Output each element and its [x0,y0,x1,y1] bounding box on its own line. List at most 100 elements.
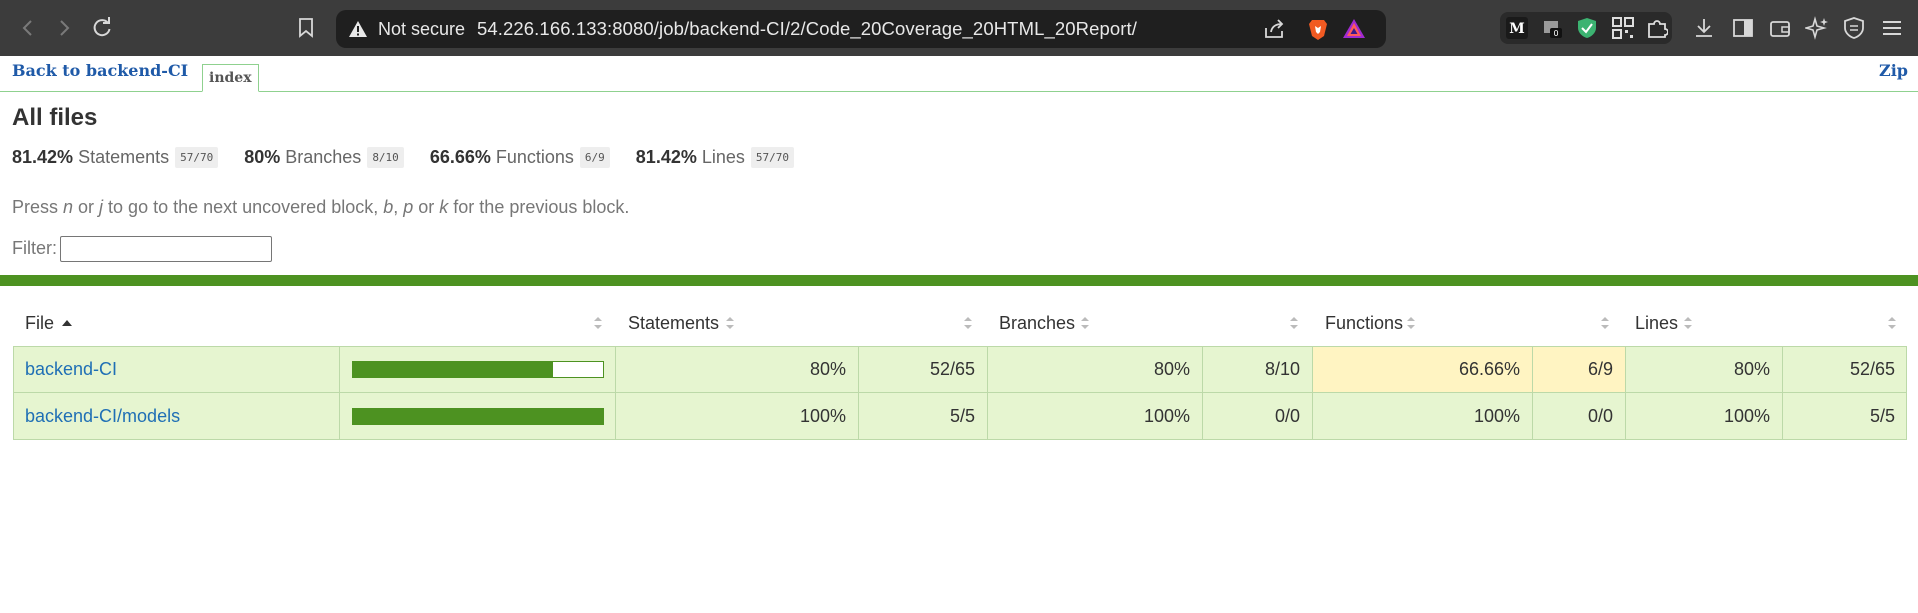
statements-frac-cell: 52/65 [859,346,988,392]
share-icon[interactable] [1262,17,1286,41]
coverage-summary: 81.42% Statements 57/70 80% Branches 8/1… [12,145,820,169]
header-branches[interactable]: Branches [999,313,1075,334]
forward-arrow-icon[interactable] [48,12,80,44]
sort-icon[interactable] [593,315,603,331]
file-link[interactable]: backend-CI/models [25,406,180,426]
sort-icon[interactable] [1600,315,1610,331]
summary-fraction: 8/10 [367,146,404,168]
table-row: backend-CI/models 100% 5/5 100% 0/0 100%… [13,393,1907,439]
summary-pct: 81.42% [12,146,74,167]
address-bar[interactable]: Not secure 54.226.166.133:8080/job/backe… [336,10,1386,48]
sidebar-icon[interactable] [1731,16,1755,40]
sort-icon[interactable] [1289,315,1299,331]
header-lines[interactable]: Lines [1635,313,1678,334]
summary-label: Branches [285,146,362,167]
leo-ai-icon[interactable] [1803,16,1829,40]
download-icon[interactable] [1692,16,1716,40]
summary-label: Statements [78,146,170,167]
brave-shield-icon[interactable] [1306,17,1330,41]
branches-frac-cell: 8/10 [1203,346,1313,392]
lines-pct-cell: 80% [1626,346,1783,392]
header-statements[interactable]: Statements [628,313,719,334]
summary-pct: 66.66% [429,146,491,167]
summary-pct: 81.42% [635,146,697,167]
row-divider [13,392,1907,393]
summary-pct: 80% [244,146,281,167]
branches-frac-cell: 0/0 [1203,393,1313,439]
url-text[interactable]: 54.226.166.133:8080/job/backend-CI/2/Cod… [477,18,1137,40]
table-row: backend-CI 80% 52/65 80% 8/10 66.66% 6/9… [13,346,1907,392]
warning-icon[interactable] [348,19,368,39]
puzzle-extensions-icon[interactable] [1646,17,1669,39]
svg-text:0: 0 [1553,29,1558,38]
summary-fraction: 57/70 [175,146,219,168]
table-right-border [1906,346,1907,440]
table-header: File Statements Branches Functions Lines [13,301,1907,346]
lines-pct-cell: 100% [1626,393,1783,439]
lines-frac-cell: 5/5 [1869,406,1895,426]
coverage-bar [352,361,604,378]
lines-frac-cell: 52/65 [1849,359,1895,379]
statements-pct-cell: 100% [616,393,859,439]
coverage-bar [352,408,604,425]
wallet-icon[interactable] [1768,16,1792,40]
coverage-bar-cell [340,346,616,392]
sort-icon[interactable] [1406,315,1416,331]
file-cell: backend-CI [13,346,340,392]
row-divider [13,346,1907,347]
header-file[interactable]: File [25,313,54,334]
summary-fraction: 6/9 [579,146,610,168]
shield-extension-icon[interactable] [1576,17,1598,39]
medium-extension-icon[interactable]: M [1506,17,1528,39]
sort-icon[interactable] [963,315,973,331]
zip-download-link[interactable]: Zip [1879,61,1908,80]
functions-pct-cell: 66.66% [1313,346,1533,392]
file-link[interactable]: backend-CI [25,359,117,379]
file-cell: backend-CI/models [13,393,340,439]
summary-fraction: 57/70 [750,146,795,168]
table-left-border [13,346,14,440]
filter-label: Filter: [12,238,57,258]
coverage-bar-fill [353,362,553,377]
functions-frac-cell: 0/0 [1533,393,1626,439]
statements-pct-cell: 80% [616,346,859,392]
coverage-bar-fill [353,409,603,424]
branches-pct-cell: 80% [988,346,1203,392]
svg-text:M: M [1509,21,1525,37]
summary-functions: 66.66% Functions 6/9 [429,146,610,168]
statements-frac-cell: 5/5 [859,393,988,439]
sort-icon[interactable] [1080,315,1090,331]
sort-ascending-icon[interactable] [61,315,72,331]
vpn-shield-icon[interactable] [1842,16,1866,40]
coverage-table: File Statements Branches Functions Lines [13,301,1907,440]
browser-toolbar: Not secure 54.226.166.133:8080/job/backe… [0,0,1918,56]
security-label[interactable]: Not secure [378,19,465,40]
header-functions[interactable]: Functions [1325,313,1403,334]
qr-code-extension-icon[interactable] [1612,17,1634,39]
coverage-bar-cell [340,393,616,439]
page-title: All files [12,104,98,131]
sort-icon[interactable] [1887,315,1897,331]
index-tab[interactable]: index [202,64,259,92]
coverage-status-bar [0,275,1918,286]
extensions-group: M 0 [1500,12,1672,44]
row-divider [13,439,1907,440]
sort-icon[interactable] [725,315,735,331]
summary-lines: 81.42% Lines 57/70 [635,146,795,168]
functions-pct-cell: 100% [1313,393,1533,439]
back-to-job-link[interactable]: Back to backend-CI [12,61,188,80]
summary-label: Lines [701,146,745,167]
keyboard-hint: Press n or j to go to the next uncovered… [12,197,630,217]
sort-icon[interactable] [1683,315,1693,331]
brave-rewards-icon[interactable] [1342,17,1366,41]
back-arrow-icon[interactable] [12,12,44,44]
filter-input[interactable] [60,236,272,262]
report-topbar: Back to backend-CI index Zip [0,56,1918,92]
tab-counter-extension-icon[interactable]: 0 [1542,17,1564,39]
bookmark-icon[interactable] [290,12,322,44]
functions-frac-cell: 6/9 [1533,346,1626,392]
summary-statements: 81.42% Statements 57/70 [12,146,219,168]
reload-icon[interactable] [86,12,118,44]
menu-icon[interactable] [1880,16,1904,40]
branches-pct-cell: 100% [988,393,1203,439]
